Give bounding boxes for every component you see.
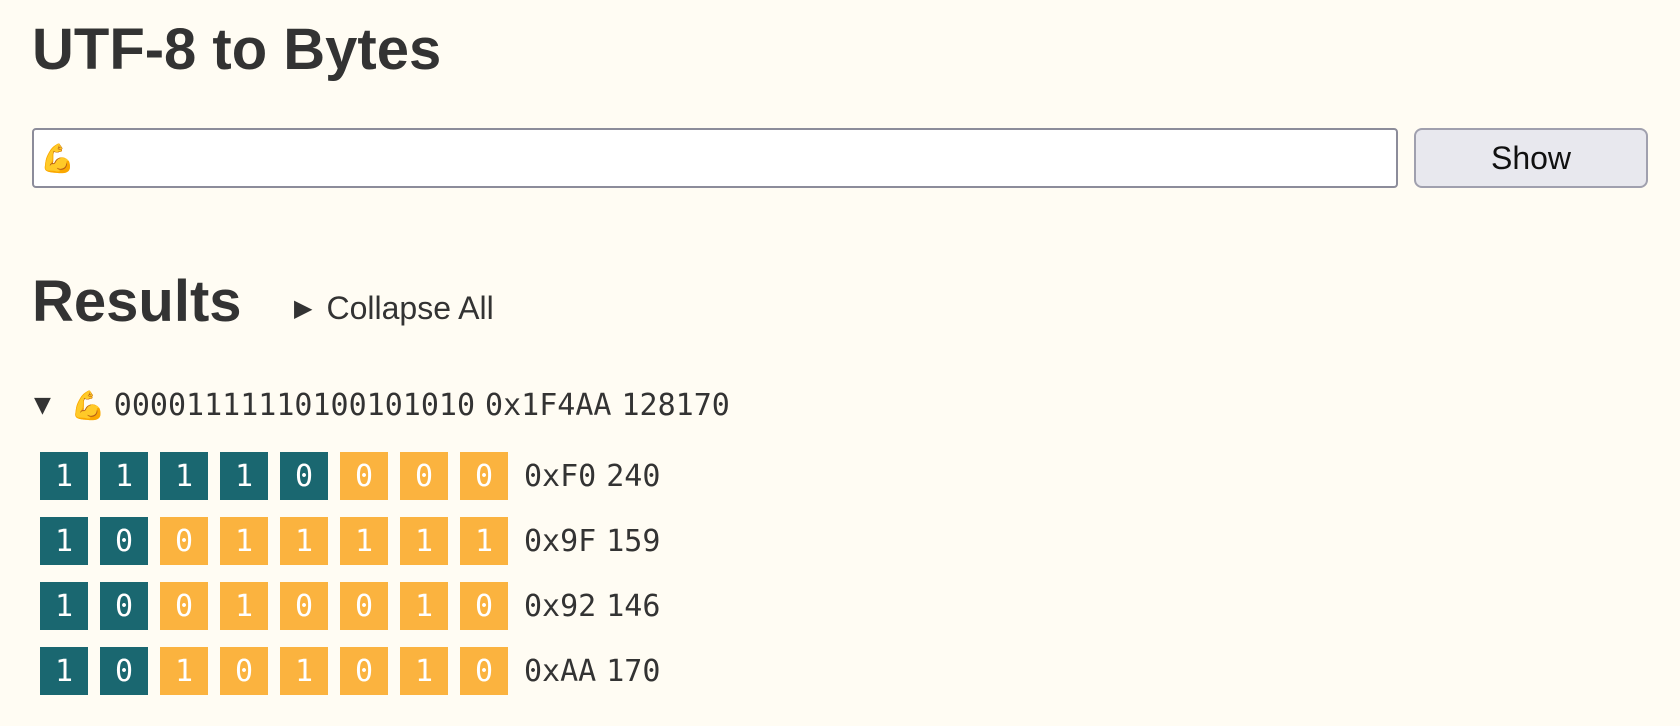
payload-bit: 0 [160,582,208,630]
character-glyph: 💪 [70,388,106,422]
show-button[interactable]: Show [1414,128,1648,188]
byte-row: 1 0 1 0 1 0 1 0 0xAA 170 [40,647,660,695]
byte-row: 1 0 0 1 1 1 1 1 0x9F 159 [40,517,660,565]
payload-bit: 0 [460,647,508,695]
prefix-bit: 0 [100,582,148,630]
page-title: UTF-8 to Bytes [32,17,442,82]
byte-value: 0x92 146 [524,589,660,624]
input-row: Show [32,128,1648,188]
payload-bit: 1 [400,582,448,630]
collapse-all-toggle[interactable]: ▶ Collapse All [294,288,494,328]
prefix-bit: 1 [160,452,208,500]
byte-decimal: 146 [606,588,661,624]
byte-decimal: 240 [606,458,661,494]
triangle-down-icon: ▼ [34,392,51,418]
collapse-all-label: Collapse All [326,289,494,326]
prefix-bit: 1 [40,452,88,500]
byte-row: 1 0 0 1 0 0 1 0 0x92 146 [40,582,660,630]
byte-decimal: 170 [606,653,661,689]
payload-bit: 0 [340,452,388,500]
codepoint-decimal: 128170 [621,387,730,423]
codepoint-hex: 0x1F4AA [485,387,612,423]
payload-bit: 1 [400,517,448,565]
payload-bit: 0 [340,647,388,695]
triangle-right-icon: ▶ [294,294,313,322]
payload-bit: 1 [220,582,268,630]
byte-value: 0xAA 170 [524,654,660,689]
prefix-bit: 1 [40,582,88,630]
payload-bit: 0 [160,517,208,565]
payload-bit: 1 [220,517,268,565]
byte-decimal: 159 [606,523,661,559]
prefix-bit: 1 [40,517,88,565]
payload-bit: 0 [220,647,268,695]
payload-bit: 1 [460,517,508,565]
payload-bit: 0 [340,582,388,630]
payload-bit: 0 [460,582,508,630]
payload-bit: 0 [280,582,328,630]
byte-value: 0x9F 159 [524,524,660,559]
payload-bit: 1 [160,647,208,695]
byte-hex: 0xF0 [524,458,597,494]
payload-bit: 1 [280,647,328,695]
payload-bit: 1 [340,517,388,565]
byte-row: 1 1 1 1 0 0 0 0 0xF0 240 [40,452,660,500]
byte-hex: 0x9F [524,523,597,559]
character-summary[interactable]: ▼ 💪 00001111110100101010 0x1F4AA 128170 [32,384,730,426]
prefix-bit: 1 [100,452,148,500]
text-input[interactable] [32,128,1398,188]
byte-hex: 0xAA [524,653,597,689]
payload-bit: 1 [400,647,448,695]
prefix-bit: 0 [100,647,148,695]
payload-bit: 1 [280,517,328,565]
prefix-bit: 0 [280,452,328,500]
payload-bit: 0 [400,452,448,500]
byte-hex: 0x92 [524,588,597,624]
prefix-bit: 1 [40,647,88,695]
prefix-bit: 0 [100,517,148,565]
prefix-bit: 1 [220,452,268,500]
payload-bit: 0 [460,452,508,500]
results-heading: Results [32,269,242,334]
page: UTF-8 to Bytes Show Results ▶ Collapse A… [0,0,1680,726]
codepoint-binary: 00001111110100101010 [113,387,476,423]
byte-value: 0xF0 240 [524,459,660,494]
